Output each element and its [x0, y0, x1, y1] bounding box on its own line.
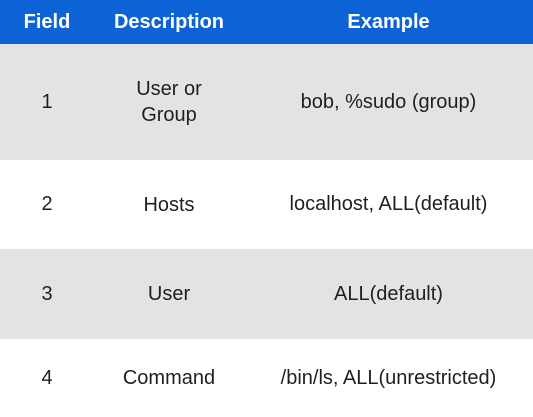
row-field: 2 [41, 193, 53, 215]
table-row: 2 Hosts localhost, ALL(default) [0, 160, 533, 249]
row-field: 1 [41, 90, 53, 113]
header-example: Example [347, 10, 430, 33]
table-row: 4 Command /bin/ls, ALL(unrestricted) [0, 339, 533, 417]
row-field: 3 [41, 282, 53, 305]
row-description: User or Group [136, 78, 202, 126]
row-description: Hosts [143, 193, 195, 216]
row-example: bob, %sudo (group) [300, 90, 477, 113]
row-description: User [147, 283, 191, 305]
header-description: Description [113, 11, 225, 33]
row-example: /bin/ls, ALL(unrestricted) [280, 366, 497, 389]
header-field: Field [23, 10, 71, 33]
row-field: 4 [41, 366, 53, 389]
row-example: localhost, ALL(default) [289, 193, 488, 215]
row-example: ALL(default) [334, 282, 443, 305]
table-row: 1 User or Group bob, %sudo (group) [0, 44, 533, 160]
table-header: Field Description Example [0, 0, 533, 44]
sudoers-fields-table: Field Description Example 1 User or Grou… [0, 0, 533, 417]
table-row: 3 User ALL(default) [0, 249, 533, 339]
row-description: Command [122, 367, 216, 389]
